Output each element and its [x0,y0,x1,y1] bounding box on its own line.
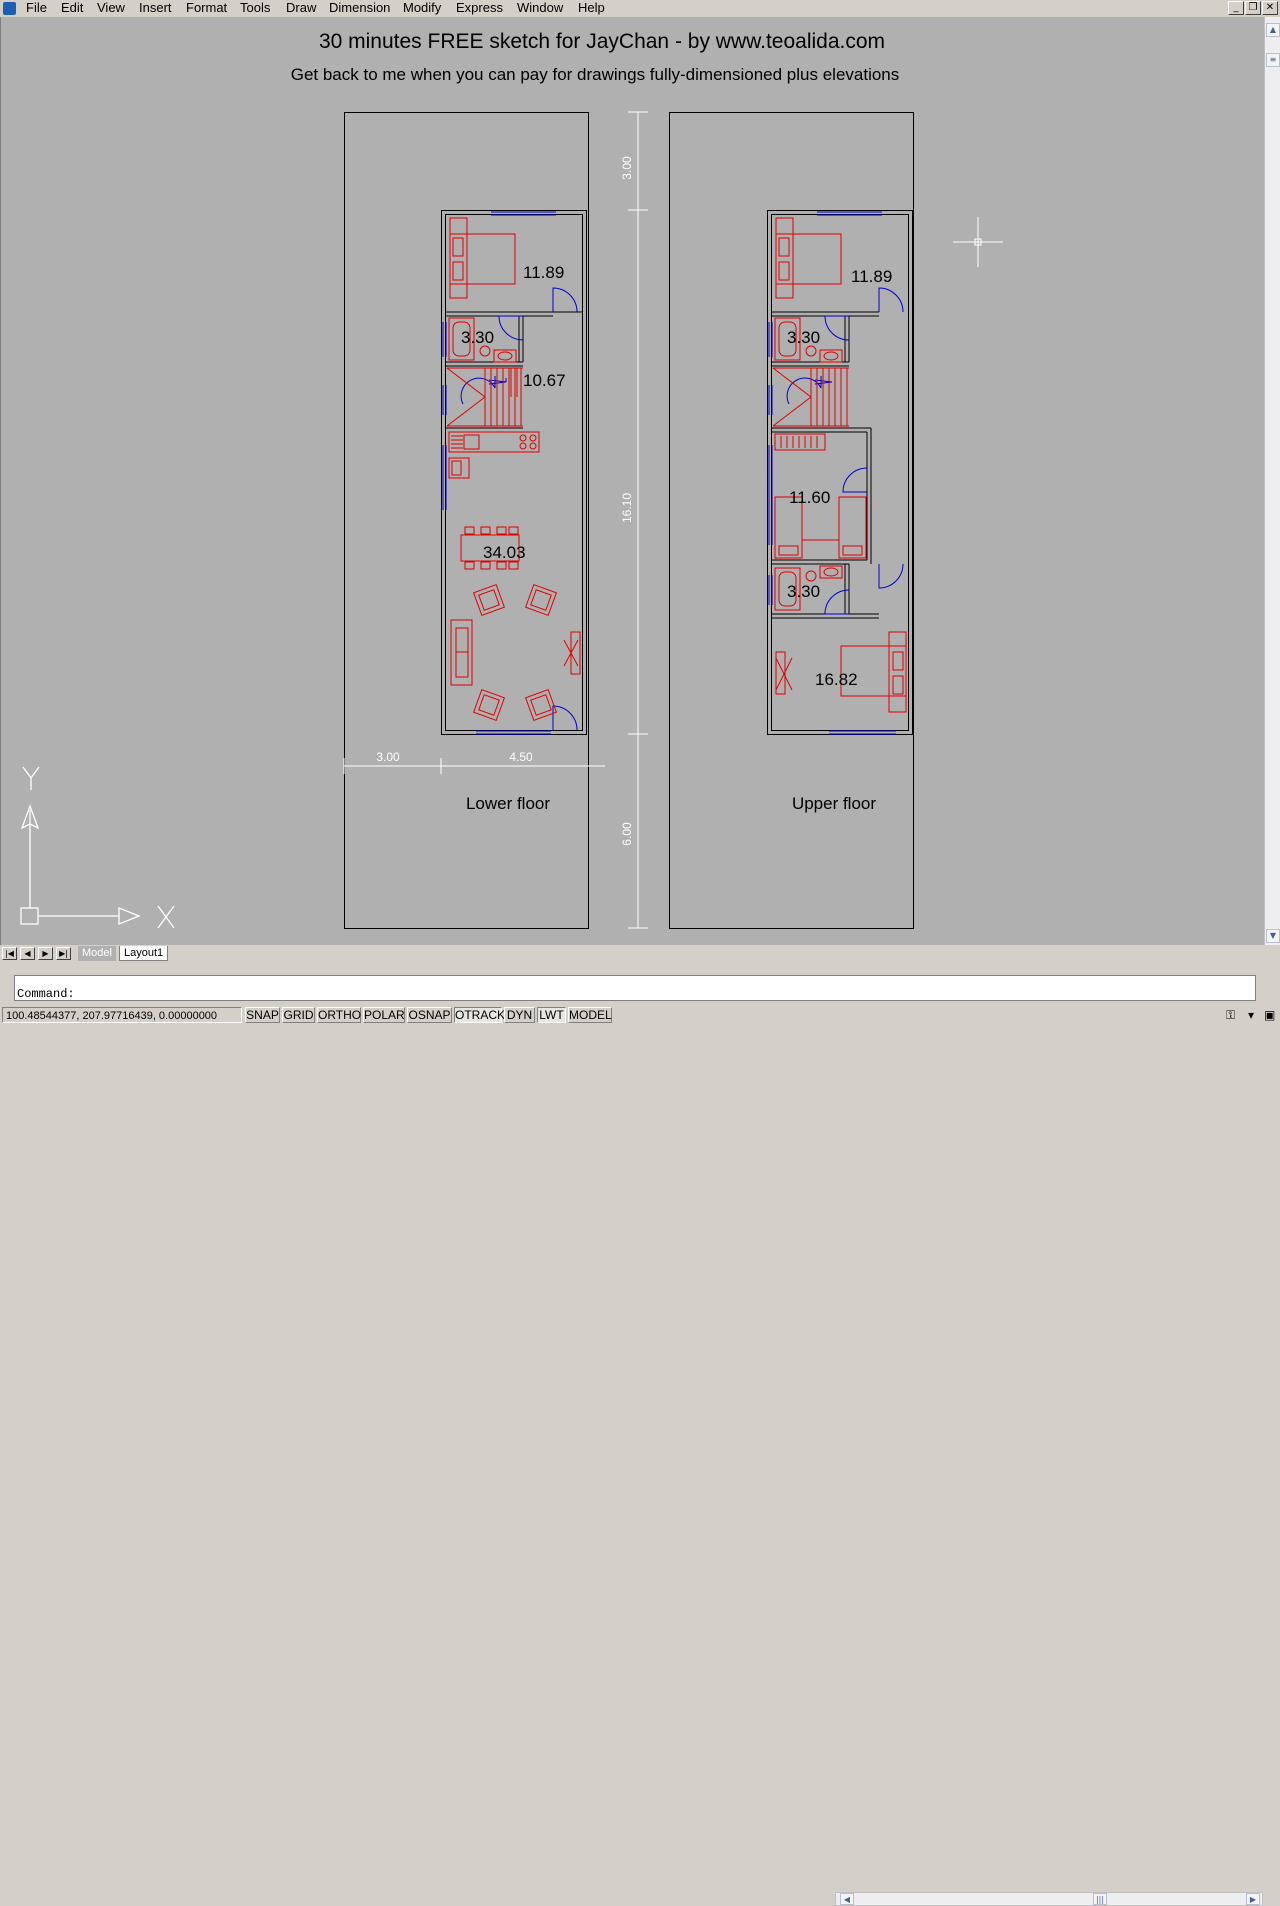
vertical-scroll-thumb[interactable]: ≡ [1266,53,1280,67]
menu-format[interactable]: Format [186,0,227,17]
menu-bar: File Edit View Insert Format Tools Draw … [0,0,1280,17]
autocad-app-icon[interactable] [3,2,16,15]
menu-edit[interactable]: Edit [61,0,83,17]
otrack-toggle[interactable]: OTRACK [454,1007,505,1023]
snap-toggle[interactable]: SNAP [245,1007,280,1023]
osnap-toggle[interactable]: OSNAP [407,1007,452,1023]
dimension-bottom: 6.00 [620,822,634,846]
menu-express[interactable]: Express [456,0,503,17]
vertical-scrollbar[interactable]: ▲ ≡ ▼ [1264,17,1280,945]
upper-room-area-bath2: 3.30 [787,582,820,601]
menu-dimension[interactable]: Dimension [329,0,390,17]
coordinate-readout: 100.48544377, 207.97716439, 0.00000000 [2,1007,242,1023]
command-line[interactable]: Command: [14,975,1256,1001]
model-toggle[interactable]: MODEL [568,1007,612,1023]
minimize-icon[interactable]: _ [1228,1,1244,15]
layout-tab-bar: |◀ ◀ ▶ ▶| Model Layout1 ◀ ||| ▶ [0,945,1280,1906]
command-prompt: Command: [17,987,75,1001]
horizontal-scrollbar[interactable]: ◀ ||| ▶ [835,1892,1263,1906]
ortho-toggle[interactable]: ORTHO [317,1007,361,1023]
prev-tab-icon[interactable]: ◀ [20,947,35,960]
lower-floor-label: Lower floor [466,794,550,813]
menu-file[interactable]: File [26,0,47,17]
upper-room-area-master-bedroom: 16.82 [815,670,858,689]
upper-room-area-bath1: 3.30 [787,328,820,347]
upper-room-area-bedroom1: 11.89 [851,267,892,286]
dimension-right: 4.50 [509,750,533,764]
grid-toggle[interactable]: GRID [282,1007,315,1023]
polar-toggle[interactable]: POLAR [363,1007,405,1023]
lower-room-area-bath: 3.30 [461,328,494,347]
menu-draw[interactable]: Draw [286,0,316,17]
dimension-left: 3.00 [376,750,400,764]
upper-room-area-bedroom2: 11.60 [789,488,830,507]
tab-layout1[interactable]: Layout1 [119,946,169,961]
drawing-canvas[interactable]: 30 minutes FREE sketch for JayChan - by … [0,17,1264,945]
upper-floor-label: Upper floor [792,794,876,813]
lower-room-area-hall: 10.67 [523,371,566,390]
floor-plan-drawing: 30 minutes FREE sketch for JayChan - by … [20,30,1003,929]
lwt-toggle[interactable]: LWT [537,1007,566,1023]
lower-room-area-living: 34.03 [483,543,526,562]
tab-model[interactable]: Model [78,946,116,961]
ucs-axis-icon [20,766,175,929]
clean-screen-icon[interactable]: ▣ [1264,1008,1275,1022]
menu-insert[interactable]: Insert [139,0,172,17]
lower-floor-plan: 11.89 3.30 10.67 34.03 [441,210,587,735]
crosshair-cursor-icon [953,217,1003,267]
scroll-up-icon[interactable]: ▲ [1266,23,1280,37]
scroll-down-icon[interactable]: ▼ [1266,929,1280,943]
menu-tools[interactable]: Tools [240,0,270,17]
tray-settings-icon[interactable]: ▾ [1248,1008,1254,1022]
scroll-left-icon[interactable]: ◀ [840,1893,854,1905]
scroll-right-icon[interactable]: ▶ [1246,1893,1260,1905]
drawing-title: 30 minutes FREE sketch for JayChan - by … [319,30,885,53]
menu-modify[interactable]: Modify [403,0,441,17]
command-window: Command: [0,962,1280,1006]
next-tab-icon[interactable]: ▶ [38,947,53,960]
dimension-top: 3.00 [620,156,634,180]
close-icon[interactable]: ✕ [1262,1,1278,15]
restore-icon[interactable]: ❐ [1245,1,1261,15]
last-tab-icon[interactable]: ▶| [56,947,71,960]
first-tab-icon[interactable]: |◀ [2,947,17,960]
communication-center-icon[interactable]: ⚿ [1226,1008,1235,1023]
lower-room-area-bedroom: 11.89 [523,263,564,282]
drawing-subtitle: Get back to me when you can pay for draw… [291,65,900,84]
upper-floor-plan: 11.89 3.30 11.60 3.30 16.82 [767,210,913,735]
dyn-toggle[interactable]: DYN [504,1007,535,1023]
dimension-middle: 16.10 [620,493,634,523]
menu-help[interactable]: Help [578,0,605,17]
horizontal-scroll-thumb[interactable]: ||| [1093,1893,1107,1905]
menu-view[interactable]: View [97,0,125,17]
status-bar: 100.48544377, 207.97716439, 0.00000000 S… [0,1006,1280,1024]
menu-window[interactable]: Window [517,0,563,17]
